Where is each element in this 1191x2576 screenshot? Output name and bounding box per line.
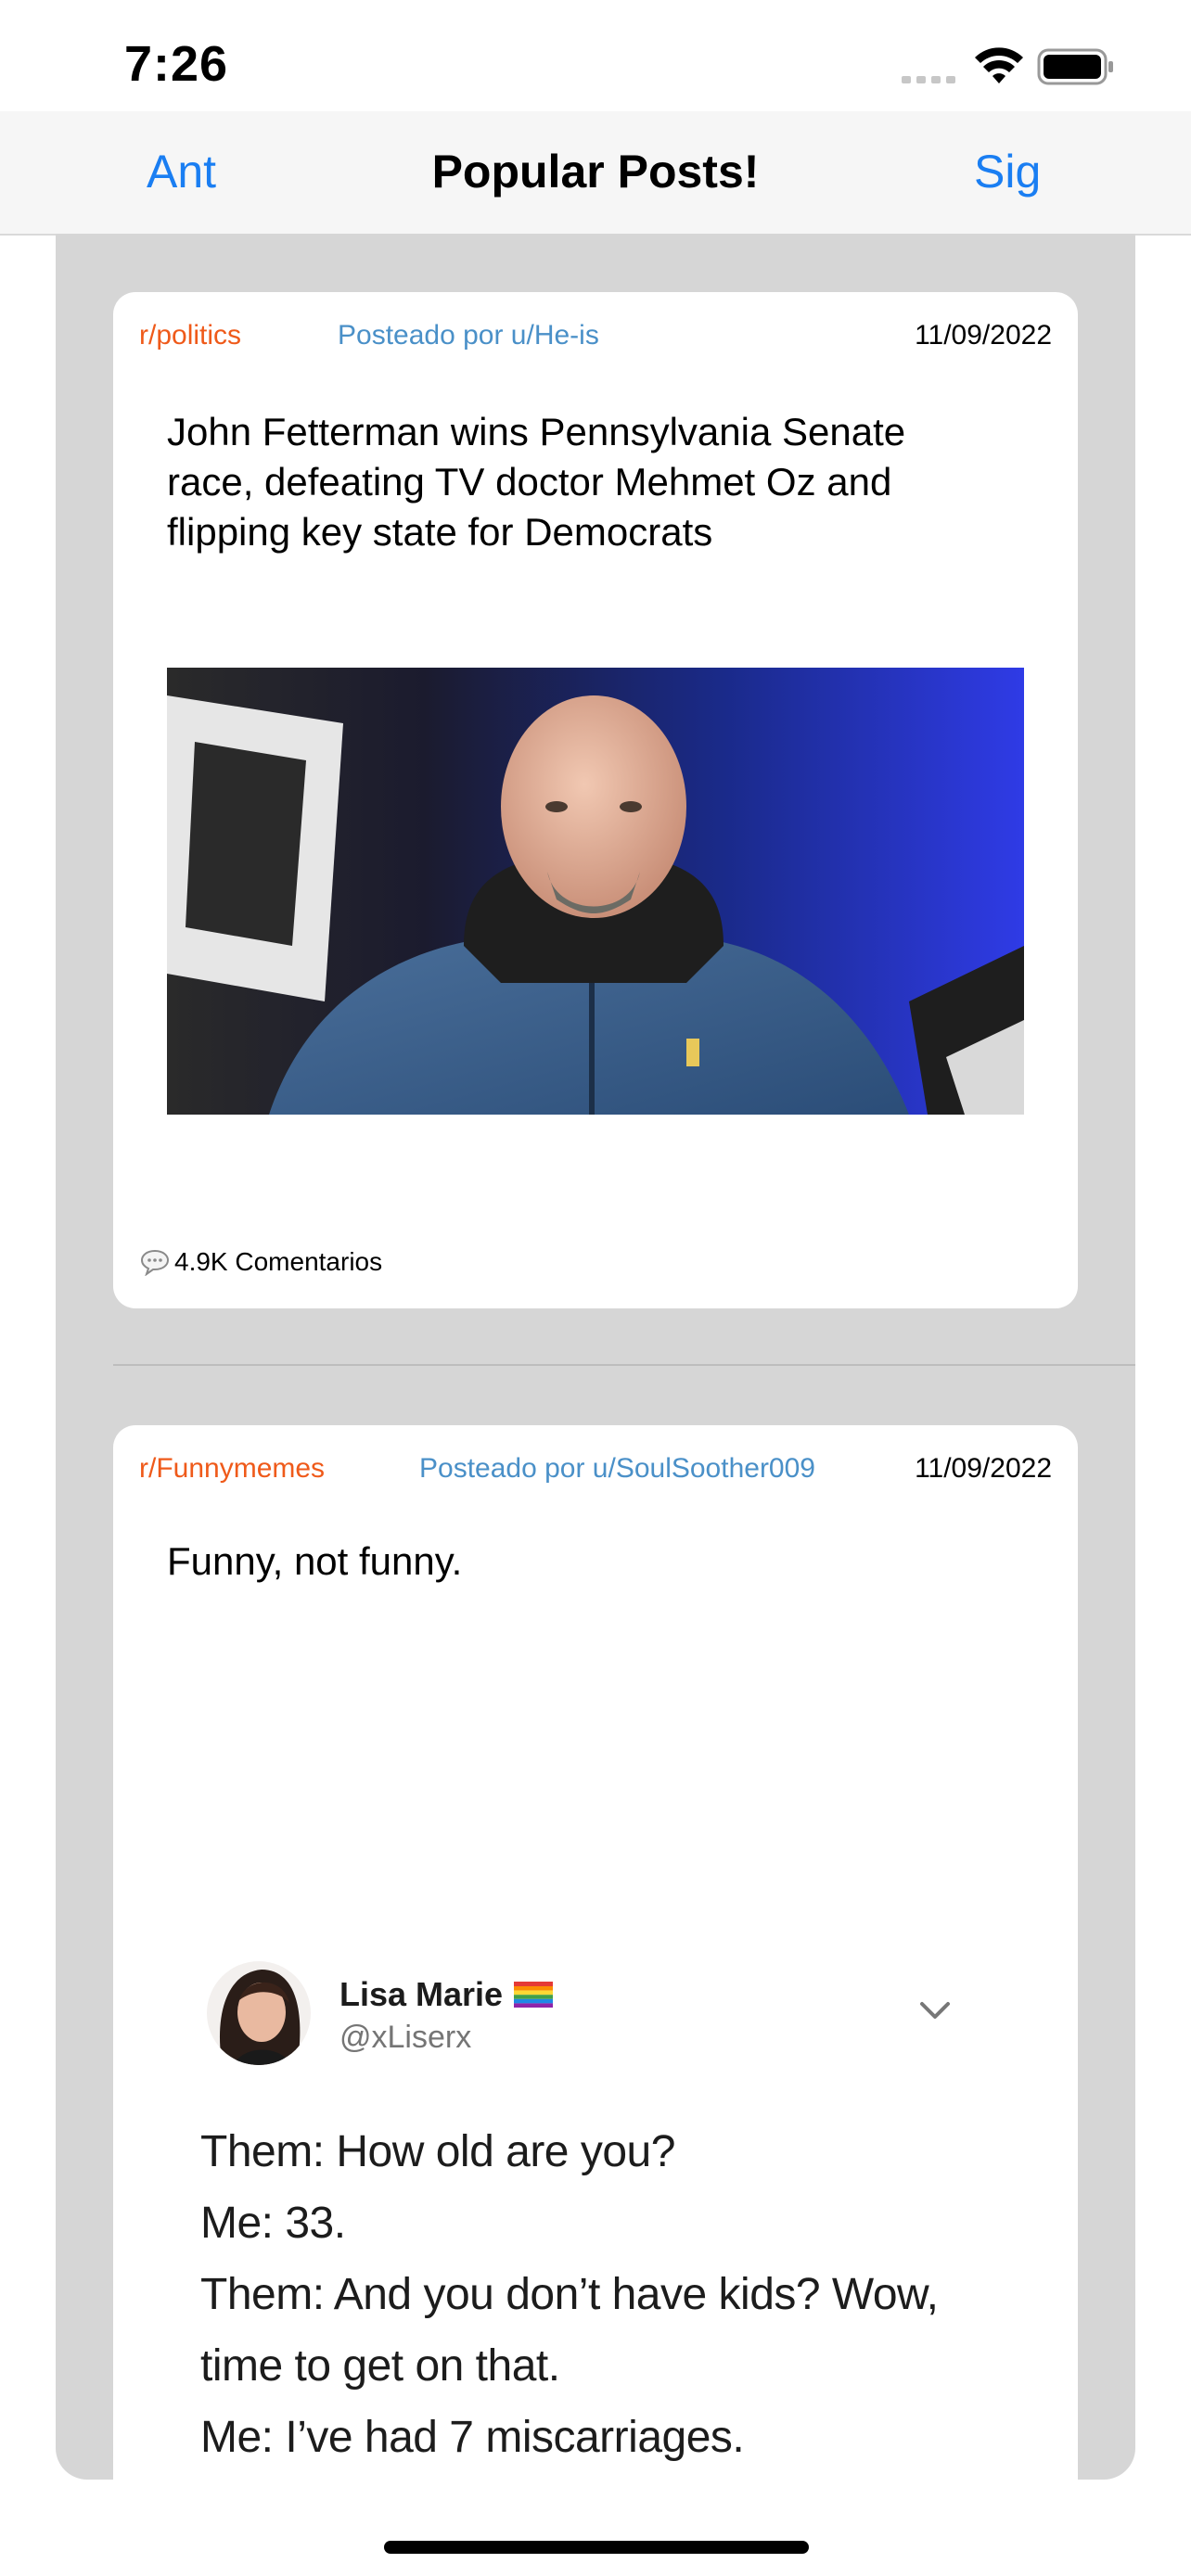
tweet-line: Me: I’ve had 7 miscarriages. [200,2413,745,2462]
post-author[interactable]: Posteado por u/He-is [338,320,599,351]
tweet-author-label: Lisa Marie [339,1975,504,2013]
wifi-icon [975,47,1023,83]
rainbow-flag-icon [514,1982,554,2008]
tweet-line: Me: 33. [200,2199,346,2248]
chevron-down-icon [920,2002,950,2019]
tweet-text: Them: How old are you? Me: 33. Them: And… [200,2116,1017,2473]
status-bar: 7:26 [0,0,1191,111]
cellular-signal-icon [902,76,955,83]
post-image[interactable]: Lisa Marie @xLiserx Them: How old are yo… [167,1931,1024,2480]
status-time: 7:26 [124,36,229,92]
avatar [207,1961,311,2065]
post-image[interactable] [167,668,1024,1115]
comments-label: 4.9K Comentarios [174,1247,383,1276]
home-indicator[interactable] [384,2541,809,2554]
battery-icon [1037,48,1113,85]
tweet-author-handle: @xLiserx [339,2020,472,2055]
tweet-line: time to get on that. [200,2341,560,2391]
post-card[interactable]: r/Funnymemes Posteado por u/SoulSoother0… [113,1425,1078,2480]
post-photo [167,668,1024,1115]
post-title[interactable]: John Fetterman wins Pennsylvania Senate … [167,407,1002,557]
tweet-line: Them: And you don’t have kids? Wow, [200,2270,939,2319]
post-card[interactable]: r/politics Posteado por u/He-is 11/09/20… [113,292,1078,1308]
comments-count[interactable]: 4.9K Comentarios [139,1247,382,1277]
post-date: 11/09/2022 [915,320,1052,351]
post-subreddit[interactable]: r/politics [139,320,241,351]
posts-feed[interactable]: r/politics Posteado por u/He-is 11/09/20… [56,234,1135,2480]
tweet-author-name: Lisa Marie [339,1975,554,2014]
post-subreddit[interactable]: r/Funnymemes [139,1453,325,1485]
speech-bubble-icon [140,1249,170,1276]
post-author[interactable]: Posteado por u/SoulSoother009 [419,1453,815,1485]
post-title[interactable]: Funny, not funny. [167,1537,1002,1587]
next-button[interactable]: Sig [974,145,1041,198]
tweet-line: Them: How old are you? [200,2127,675,2176]
navigation-bar: Ant Popular Posts! Sig [0,111,1191,236]
post-divider [113,1364,1135,1366]
post-date: 11/09/2022 [915,1453,1052,1484]
